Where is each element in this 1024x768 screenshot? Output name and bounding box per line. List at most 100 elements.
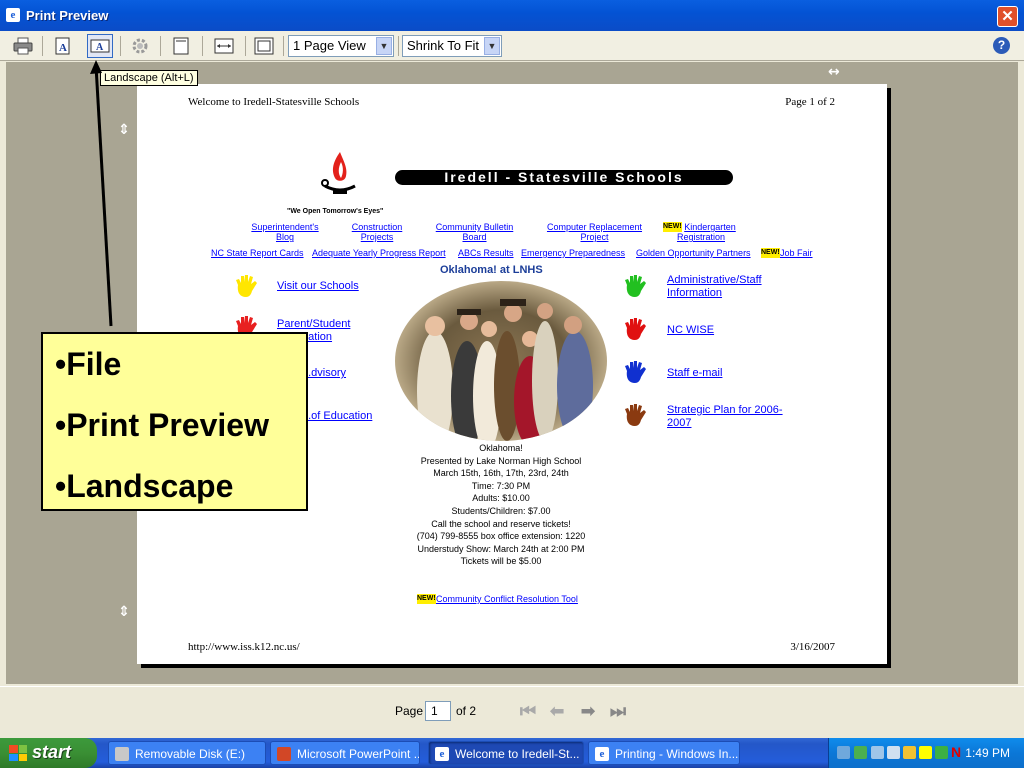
page-setup-button[interactable] [127,34,153,58]
left-link[interactable]: ...of Education [302,410,372,423]
sync-icon[interactable] [854,746,867,759]
info-line: Understudy Show: March 24th at 2:00 PM [417,543,585,554]
gear-icon [132,38,148,54]
ie-icon: e [435,747,449,761]
start-button[interactable]: start [0,738,97,768]
landscape-icon: A [90,39,110,53]
svg-text:A: A [96,42,104,53]
volume-icon[interactable] [887,746,900,759]
c-icon[interactable] [919,746,932,759]
system-tray: N 1:49 PM [828,738,1024,768]
window-title: Print Preview [26,8,109,23]
portrait-button[interactable]: A [50,34,76,58]
page-count: of 2 [456,704,477,718]
security-icon[interactable] [903,746,916,759]
nav-link[interactable]: Adequate Yearly Progress Report [312,248,446,258]
nav-link[interactable]: Computer Replacement Project [542,222,647,242]
next-page-icon[interactable]: ➡ [576,701,600,723]
hand-icon [625,361,646,383]
header-right: Page 1 of 2 [785,96,835,108]
previous-page-icon[interactable]: ⬅ [545,701,569,723]
right-link[interactable]: Staff e-mail [667,367,722,380]
left-link[interactable]: ...dvisory [302,367,346,380]
network-icon[interactable] [837,746,850,759]
task-label: Microsoft PowerPoint ... [297,747,420,761]
update-icon[interactable] [935,746,948,759]
info-line: Presented by Lake Norman High School [420,455,582,466]
info-line: March 15th, 16th, 17th, 23rd, 24th [433,468,569,479]
torch-logo-icon [321,152,356,194]
margin-handle-icon[interactable]: ⇕ [118,122,130,138]
callout-box: •File •Print Preview •Landscape [41,332,308,511]
headers-footers-button[interactable] [168,34,194,58]
shrink-fit-select[interactable]: Shrink To Fit ▼ [402,35,502,57]
drive-icon [115,747,129,761]
monitor-icon[interactable] [871,746,884,759]
new-badge: NEW! [761,248,780,258]
start-label: start [32,742,72,762]
nav-link[interactable]: Job Fair [780,248,813,258]
cast-photo-image [417,299,593,441]
motto: "We Open Tomorrow's Eyes" [287,208,384,215]
shrink-fit-value: Shrink To Fit [407,38,480,53]
nav-link[interactable]: Community Bulletin Board [432,222,517,242]
right-link[interactable]: NC WISE [667,324,714,337]
conflict-resolution-link[interactable]: Community Conflict Resolution Tool [436,594,578,604]
bullet-landscape: •Landscape [55,468,234,504]
taskbar: start Removable Disk (E:) Microsoft Powe… [0,738,1024,768]
nav-link[interactable]: ABCs Results [458,248,514,258]
clock: 1:49 PM [965,746,1010,760]
footer-left: http://www.iss.k12.nc.us/ [188,641,300,653]
last-page-icon[interactable]: ⏭ [606,701,630,723]
print-button[interactable] [10,34,36,58]
ie-icon: e [595,747,609,761]
ie-icon: e [6,8,20,22]
nav-link[interactable]: Kindergarten Registration [661,222,741,242]
info-line: Students/Children: $7.00 [451,505,551,516]
landscape-tooltip: Landscape (Alt+L) [100,70,198,86]
chevron-down-icon: ▼ [376,37,392,55]
nav-link[interactable]: Superintendent's Blog [245,222,325,242]
school-banner: Iredell - Statesville Schools [395,170,733,185]
info-line: Time: 7:30 PM [471,480,531,491]
landscape-button[interactable]: A [87,34,113,58]
antivirus-icon[interactable]: N [951,745,964,759]
event-info: Oklahoma! Presented by Lake Norman High … [387,442,615,568]
task-printing[interactable]: e Printing - Windows In... [588,741,740,765]
right-link[interactable]: Strategic Plan for 2006-2007 [667,404,792,430]
task-label: Welcome to Iredell-St... [455,747,580,761]
task-removable-disk[interactable]: Removable Disk (E:) [108,741,266,765]
page-view-select[interactable]: 1 Page View ▼ [288,35,394,57]
hand-left-yellow [236,275,257,297]
full-page-icon [254,37,274,55]
nav-link[interactable]: Emergency Preparedness [521,248,625,258]
page-number-input[interactable]: 1 [425,701,451,721]
task-welcome-iredell[interactable]: e Welcome to Iredell-St... [428,741,584,765]
new-badge: NEW! [417,594,436,604]
cast-photo [395,281,607,441]
hand-icon [625,318,646,340]
first-page-icon[interactable]: ⏮ [516,701,540,723]
right-link[interactable]: Administrative/Staff Information [667,274,777,300]
close-button[interactable]: ✕ [997,6,1018,27]
full-width-icon [214,38,234,54]
left-link[interactable]: Visit our Schools [277,280,359,293]
margin-handle-icon[interactable]: ⇕ [118,604,130,620]
task-label: Printing - Windows In... [615,747,739,761]
info-line: Oklahoma! [479,443,523,453]
nav-link[interactable]: NC State Report Cards [211,248,304,258]
page-view-value: 1 Page View [293,38,366,53]
full-width-button[interactable] [211,34,237,58]
margin-handle-icon[interactable]: ↔ [828,64,840,80]
nav-link[interactable]: Construction Projects [342,222,412,242]
full-page-button[interactable] [251,34,277,58]
chevron-down-icon: ▼ [484,37,500,55]
task-powerpoint[interactable]: Microsoft PowerPoint ... [270,741,420,765]
info-line: Tickets will be $5.00 [460,556,542,567]
info-line: Call the school and reserve tickets! [431,518,571,529]
portrait-icon: A [55,37,70,55]
nav-link[interactable]: Golden Opportunity Partners [636,248,751,258]
page-navigation-bar: Page 1 of 2 ⏮ ⬅ ➡ ⏭ [0,686,1024,738]
footer-right: 3/16/2007 [790,641,835,653]
help-button[interactable]: ? [993,37,1010,54]
